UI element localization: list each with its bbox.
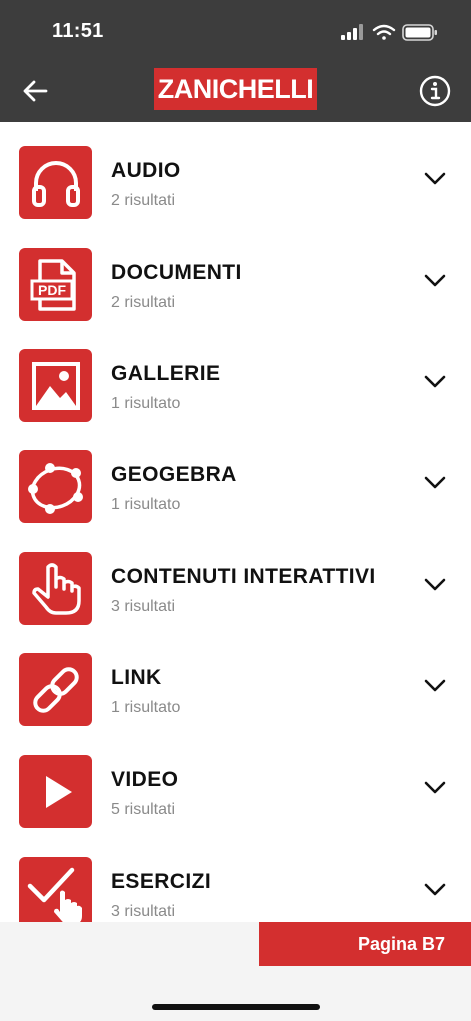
wifi-icon bbox=[372, 24, 396, 40]
link-icon bbox=[32, 666, 79, 713]
info-button[interactable] bbox=[418, 74, 452, 108]
chevron-down-icon[interactable] bbox=[424, 578, 446, 592]
battery-icon bbox=[402, 24, 437, 41]
row-title: AUDIO bbox=[111, 159, 181, 182]
page-button[interactable]: Pagina B7 bbox=[259, 922, 471, 966]
row-count: 3 risultati bbox=[111, 598, 176, 615]
row-title: VIDEO bbox=[111, 768, 179, 791]
chevron-down-icon[interactable] bbox=[424, 883, 446, 897]
list-item-gallerie[interactable]: GALLERIE 1 risultato bbox=[0, 325, 471, 427]
info-icon bbox=[419, 75, 451, 107]
chevron-down-icon[interactable] bbox=[424, 172, 446, 186]
row-icon-box bbox=[19, 857, 92, 930]
chevron-down-icon[interactable] bbox=[424, 274, 446, 288]
chevron-down-icon[interactable] bbox=[424, 679, 446, 693]
row-icon-box bbox=[19, 450, 92, 523]
row-icon-box bbox=[19, 653, 92, 726]
play-icon bbox=[45, 775, 72, 808]
checkmark-hand-icon bbox=[27, 867, 82, 924]
hand-pointer-icon bbox=[31, 562, 81, 615]
back-button[interactable] bbox=[18, 74, 52, 108]
home-indicator[interactable] bbox=[152, 1004, 320, 1010]
gallery-icon bbox=[31, 361, 80, 410]
chevron-down-icon[interactable] bbox=[424, 476, 446, 490]
row-icon-box: PDF bbox=[19, 248, 92, 321]
row-count: 1 risultato bbox=[111, 699, 181, 716]
row-count: 1 risultato bbox=[111, 395, 181, 412]
pdf-icon: PDF bbox=[30, 258, 76, 311]
row-icon-box bbox=[19, 146, 92, 219]
headphones-icon bbox=[31, 160, 80, 207]
geogebra-icon bbox=[27, 462, 83, 514]
status-time: 11:51 bbox=[52, 20, 104, 42]
row-count: 5 risultati bbox=[111, 801, 176, 818]
row-icon-box bbox=[19, 349, 92, 422]
chevron-down-icon[interactable] bbox=[424, 781, 446, 795]
row-title: LINK bbox=[111, 666, 162, 689]
cellular-signal-icon bbox=[341, 24, 363, 40]
row-icon-box bbox=[19, 755, 92, 828]
row-count: 3 risultati bbox=[111, 903, 176, 920]
chevron-down-icon[interactable] bbox=[424, 375, 446, 389]
row-title: CONTENUTI INTERATTIVI bbox=[111, 565, 376, 588]
list-item-geogebra[interactable]: GEOGEBRA 1 risultato bbox=[0, 426, 471, 528]
list-item-esercizi[interactable]: ESERCIZI 3 risultati bbox=[0, 833, 471, 935]
status-icons bbox=[341, 22, 441, 44]
list-item-video[interactable]: VIDEO 5 risultati bbox=[0, 731, 471, 833]
top-bar: 11:51 ZANICHELLI bbox=[0, 0, 471, 122]
row-count: 1 risultato bbox=[111, 496, 181, 513]
row-title: GEOGEBRA bbox=[111, 463, 237, 486]
row-title: ESERCIZI bbox=[111, 870, 212, 893]
list-item-link[interactable]: LINK 1 risultato bbox=[0, 629, 471, 731]
brand-logo: ZANICHELLI bbox=[154, 68, 317, 110]
row-count: 2 risultati bbox=[111, 192, 176, 209]
svg-text:PDF: PDF bbox=[38, 282, 66, 298]
list-item-documenti[interactable]: PDF DOCUMENTI 2 risultati bbox=[0, 224, 471, 326]
row-icon-box bbox=[19, 552, 92, 625]
list-item-contenuti-interattivi[interactable]: CONTENUTI INTERATTIVI 3 risultati bbox=[0, 528, 471, 630]
arrow-left-icon bbox=[23, 80, 48, 102]
row-title: GALLERIE bbox=[111, 362, 221, 385]
list-item-audio[interactable]: AUDIO 2 risultati bbox=[0, 122, 471, 224]
row-count: 2 risultati bbox=[111, 294, 176, 311]
row-title: DOCUMENTI bbox=[111, 261, 242, 284]
